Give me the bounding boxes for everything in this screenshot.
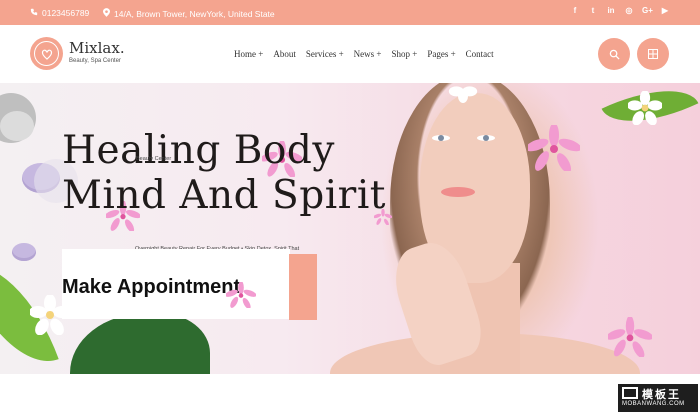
appointment-accent-block [289,254,317,320]
hero-heading: Healing Body Mind And Spirit [62,128,386,218]
white-flower-decoration [448,86,478,103]
nav-home[interactable]: Home + [234,49,263,59]
hero-model-eye-left [432,135,450,141]
watermark-chinese-text: 模板王 [642,389,681,401]
google-plus-icon[interactable]: G+ [642,6,653,15]
candle-decoration [12,243,36,261]
social-links: f t in ◎ G+ ▶ [570,6,670,15]
site-header: Mixlax. Beauty, Spa Center Home + About … [0,25,700,83]
grid-icon [648,49,658,59]
top-info-bar: 0123456789 14/A, Brown Tower, NewYork, U… [0,0,700,25]
menu-grid-button[interactable] [637,38,669,70]
site-watermark: 模板王 MOBANWANG.COM [618,384,698,412]
spa-stone [0,111,34,141]
pink-lily-decoration [226,282,256,308]
nav-services[interactable]: Services + [306,49,344,59]
phone-info[interactable]: 0123456789 [30,8,89,18]
hero-model-lips [441,187,475,197]
nav-contact[interactable]: Contact [466,49,494,59]
nav-about[interactable]: About [273,49,296,59]
hero-caption: Beauty Center [136,156,172,162]
hero-heading-line-2: Mind And Spirit [62,173,386,218]
youtube-icon[interactable]: ▶ [660,6,670,15]
make-appointment-label: Make Appointment [62,276,241,298]
monstera-leaf [70,313,210,374]
hero-model-eye-right [477,135,495,141]
hero-banner [0,83,700,374]
brand-name[interactable]: Mixlax. [69,39,125,57]
nav-news[interactable]: News + [354,49,382,59]
linkedin-icon[interactable]: in [606,6,616,15]
pink-lily-decoration [608,317,652,357]
watermark-domain-text: MOBANWANG.COM [622,401,685,407]
address-info[interactable]: 14/A, Brown Tower, NewYork, United State [103,8,275,19]
brand-tagline: Beauty, Spa Center [69,58,121,64]
logo-icon[interactable] [30,37,63,70]
main-nav: Home + About Services + News + Shop + Pa… [234,49,504,59]
twitter-icon[interactable]: t [588,6,598,15]
phone-number: 0123456789 [42,8,90,18]
location-pin-icon [103,8,110,19]
hero-heading-line-1: Healing Body [62,128,335,173]
pink-lily-decoration [528,125,580,171]
nav-shop[interactable]: Shop + [391,49,417,59]
facebook-icon[interactable]: f [570,6,580,15]
address-text: 14/A, Brown Tower, NewYork, United State [114,8,275,19]
instagram-icon[interactable]: ◎ [624,6,634,15]
watermark-logo-icon [622,387,638,399]
white-flower-decoration [628,91,662,125]
search-icon [609,49,620,60]
search-button[interactable] [598,38,630,70]
phone-icon [30,8,38,18]
nav-pages[interactable]: Pages + [427,49,455,59]
